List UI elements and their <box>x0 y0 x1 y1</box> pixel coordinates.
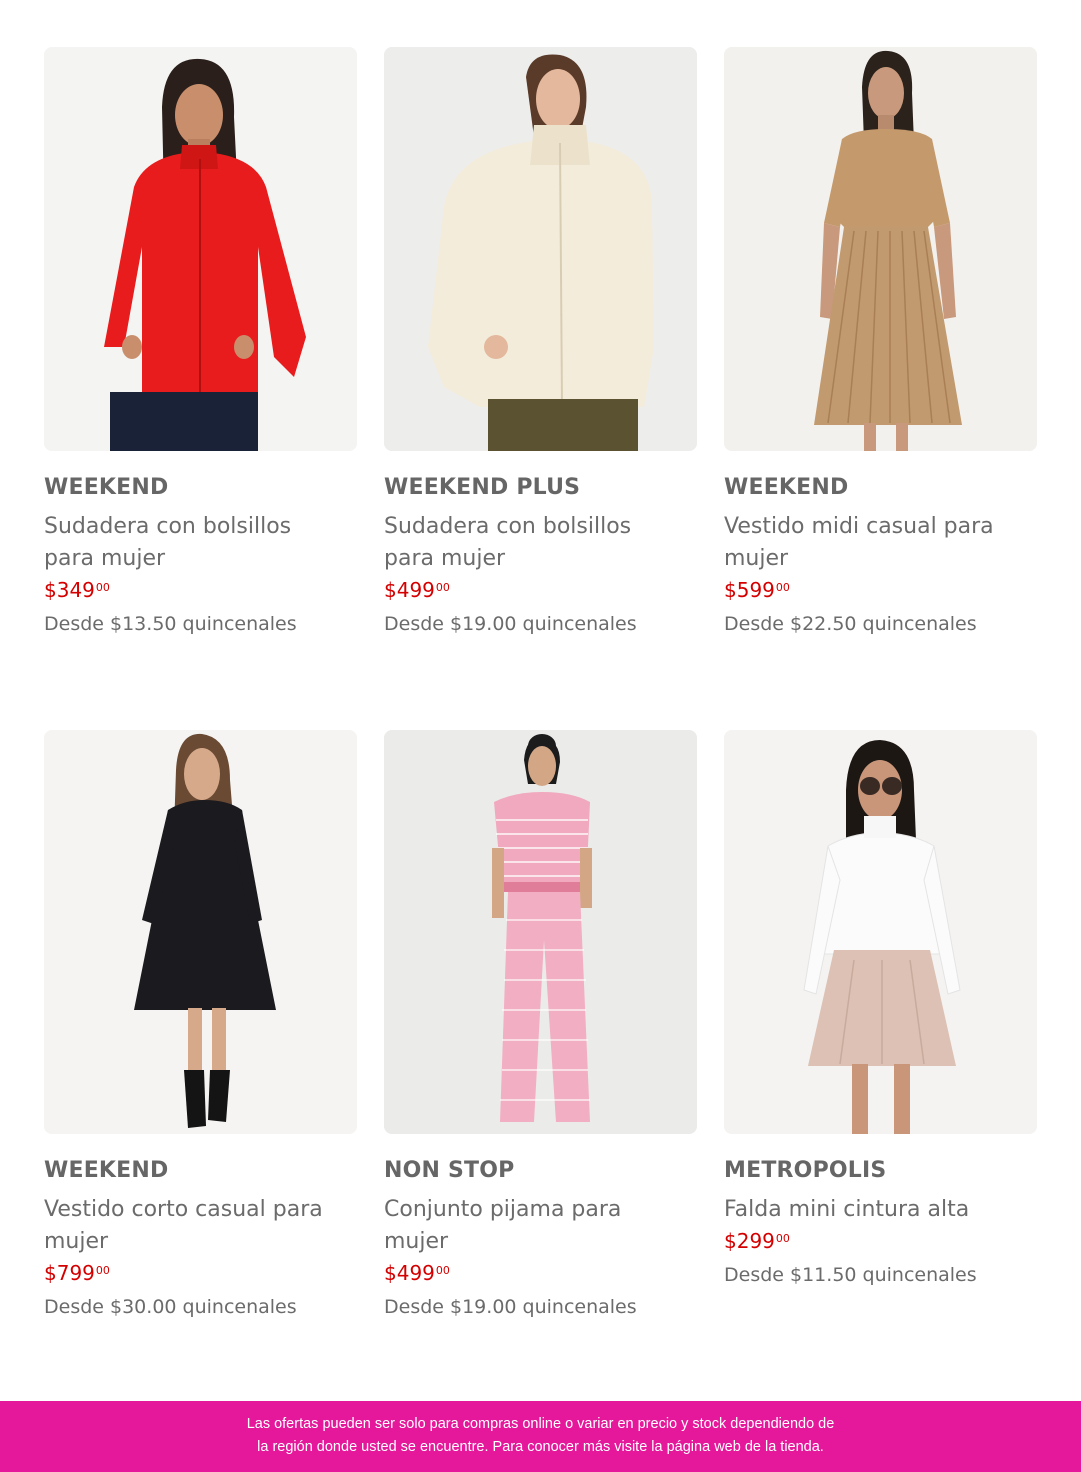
product-title[interactable]: Vestido corto casual para mujer <box>44 1194 344 1258</box>
product-card[interactable]: WEEKEND PLUS Sudadera con bolsillos para… <box>384 47 697 637</box>
product-brand: METROPOLIS <box>724 1158 887 1183</box>
product-price: $29900 <box>724 1229 790 1253</box>
product-title[interactable]: Sudadera con bolsillos para mujer <box>384 511 684 575</box>
installment-text: Desde $30.00 quincenales <box>44 1296 297 1318</box>
product-title[interactable]: Conjunto pijama para mujer <box>384 1194 684 1258</box>
product-image[interactable] <box>384 47 697 451</box>
product-price: $79900 <box>44 1261 110 1285</box>
product-brand: WEEKEND <box>44 475 169 500</box>
product-brand: WEEKEND <box>44 1158 169 1183</box>
product-image[interactable] <box>44 47 357 451</box>
product-price: $59900 <box>724 578 790 602</box>
product-card[interactable]: NON STOP Conjunto pijama para mujer $499… <box>384 730 697 1320</box>
product-brand: WEEKEND <box>724 475 849 500</box>
product-card[interactable]: WEEKEND Vestido midi casual para mujer $… <box>724 47 1037 637</box>
product-image[interactable] <box>44 730 357 1134</box>
installment-text: Desde $19.00 quincenales <box>384 613 637 635</box>
product-title[interactable]: Falda mini cintura alta <box>724 1194 1024 1226</box>
disclaimer-line-1: Las ofertas pueden ser solo para compras… <box>246 1416 835 1432</box>
product-brand: WEEKEND PLUS <box>384 475 581 500</box>
installment-text: Desde $19.00 quincenales <box>384 1296 637 1318</box>
installment-text: Desde $11.50 quincenales <box>724 1264 977 1286</box>
product-image[interactable] <box>384 730 697 1134</box>
product-brand: NON STOP <box>384 1158 515 1183</box>
product-title[interactable]: Vestido midi casual para mujer <box>724 511 1024 575</box>
offers-disclaimer-banner: Las ofertas pueden ser solo para compras… <box>0 1401 1081 1472</box>
product-image[interactable] <box>724 730 1037 1134</box>
product-card[interactable]: WEEKEND Sudadera con bolsillos para muje… <box>44 47 357 637</box>
product-card[interactable]: WEEKEND Vestido corto casual para mujer … <box>44 730 357 1320</box>
product-image[interactable] <box>724 47 1037 451</box>
product-price: $34900 <box>44 578 110 602</box>
product-title[interactable]: Sudadera con bolsillos para mujer <box>44 511 344 575</box>
installment-text: Desde $13.50 quincenales <box>44 613 297 635</box>
product-card[interactable]: METROPOLIS Falda mini cintura alta $2990… <box>724 730 1037 1288</box>
product-price: $49900 <box>384 578 450 602</box>
disclaimer-line-2: la región donde usted se encuentre. Para… <box>257 1439 824 1455</box>
installment-text: Desde $22.50 quincenales <box>724 613 977 635</box>
product-price: $49900 <box>384 1261 450 1285</box>
